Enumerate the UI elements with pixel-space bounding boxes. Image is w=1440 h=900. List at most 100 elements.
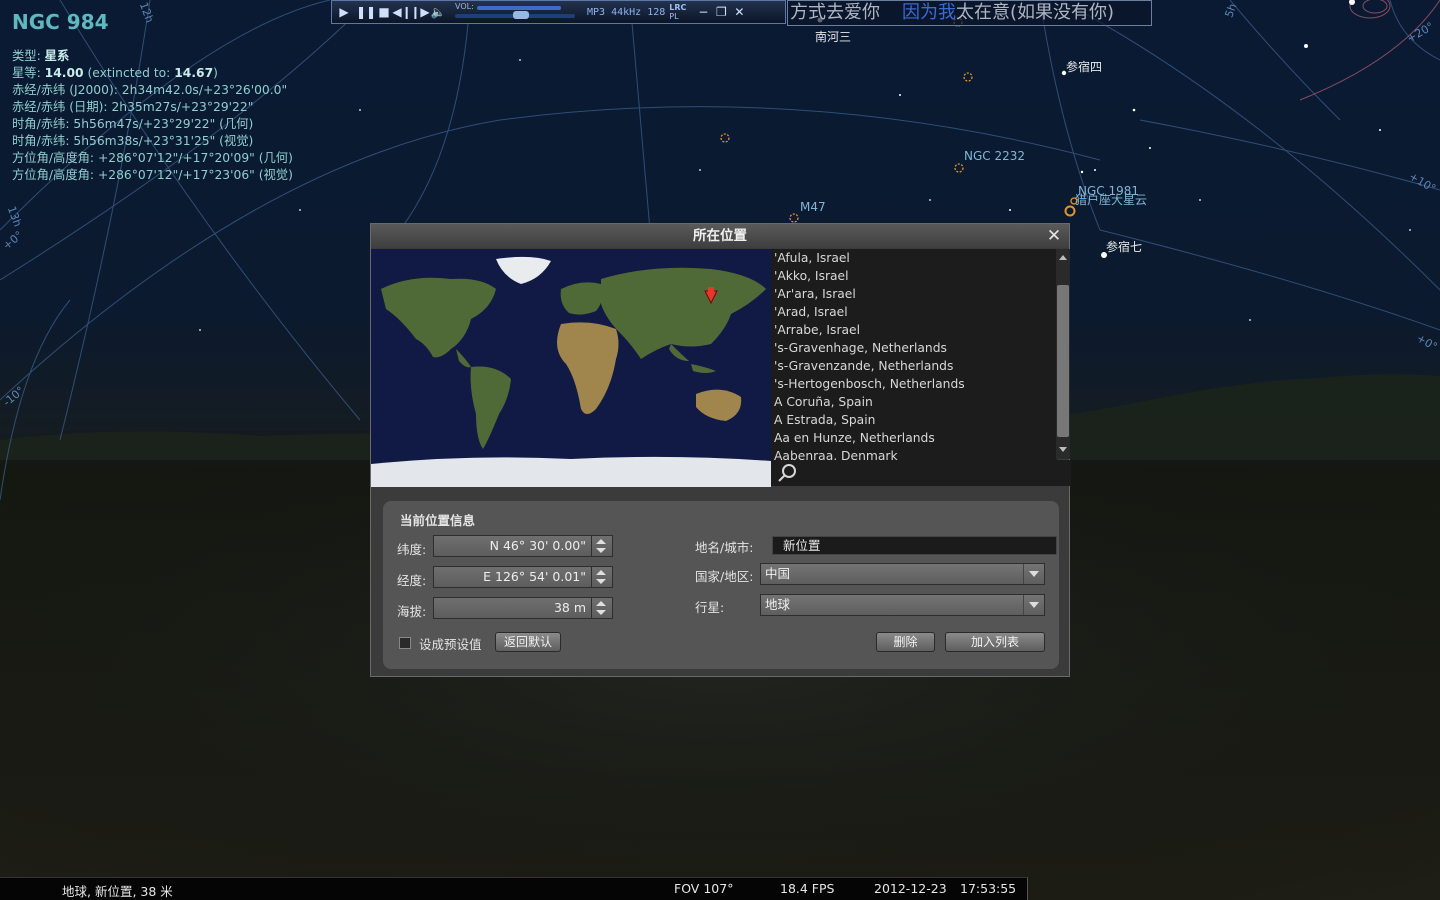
default-checkbox[interactable] bbox=[399, 637, 411, 649]
extinct-value: 14.67 bbox=[174, 66, 214, 80]
delete-button[interactable]: 删除 bbox=[876, 632, 935, 652]
stepper-up-icon[interactable] bbox=[596, 601, 606, 606]
list-item[interactable]: 'Akko, Israel bbox=[771, 267, 1057, 285]
altitude-stepper[interactable] bbox=[591, 598, 612, 618]
scroll-down-icon[interactable] bbox=[1059, 447, 1067, 452]
status-time: 17:53:55 bbox=[960, 881, 1017, 896]
planet-label: 行星: bbox=[695, 600, 725, 615]
default-checkbox-label: 设成预设值 bbox=[419, 637, 482, 652]
prev-icon[interactable]: ◀❙ bbox=[392, 3, 411, 21]
object-magnitude-line: 星等: 14.00 (extincted to: 14.67) bbox=[12, 65, 293, 82]
location-list-scrollbar[interactable] bbox=[1056, 249, 1070, 459]
longitude-stepper[interactable] bbox=[591, 567, 612, 587]
list-item[interactable]: 'Arad, Israel bbox=[771, 303, 1057, 321]
dso-label-m47[interactable]: M47 bbox=[800, 200, 826, 214]
stop-icon[interactable]: ■ bbox=[375, 3, 393, 21]
play-icon[interactable]: ▶ bbox=[335, 3, 353, 21]
reset-default-button[interactable]: 返回默认 bbox=[495, 632, 561, 652]
dso-label-ngc2232[interactable]: NGC 2232 bbox=[964, 149, 1025, 163]
city-label: 地名/城市: bbox=[695, 540, 754, 555]
star-label-shensu4[interactable]: 参宿四 bbox=[1066, 58, 1102, 75]
stepper-down-icon[interactable] bbox=[596, 610, 606, 615]
latitude-stepper[interactable] bbox=[591, 536, 612, 556]
current-location-panel: 当前位置信息 纬度: N 46° 30' 0.00" 经度: E 126° 54… bbox=[383, 501, 1059, 669]
coord-line: 方位角/高度角: +286°07'12"/+17°20'09" (几何) bbox=[12, 151, 293, 165]
stepper-down-icon[interactable] bbox=[596, 579, 606, 584]
next-icon[interactable]: ❙▶ bbox=[410, 3, 429, 21]
audio-format: MP3 44kHz 128 bbox=[587, 6, 666, 18]
scroll-thumb[interactable] bbox=[1057, 285, 1069, 437]
country-select[interactable]: 中国 bbox=[760, 563, 1045, 585]
planet-select[interactable]: 地球 bbox=[760, 594, 1045, 616]
status-bar: 地球, 新位置, 38 米 FOV 107° 18.4 FPS 2012-12-… bbox=[0, 877, 1028, 900]
stepper-up-icon[interactable] bbox=[596, 539, 606, 544]
city-field[interactable]: 新位置 bbox=[772, 536, 1057, 555]
star-label-nanhe3[interactable]: 南河三 bbox=[815, 28, 851, 45]
lyrics-display: 方式去爱你 因为我太在意(如果没有你) bbox=[787, 0, 1152, 26]
stepper-up-icon[interactable] bbox=[596, 570, 606, 575]
dso-label-orion-nebula[interactable]: 猎户座大星云 bbox=[1075, 191, 1147, 208]
chevron-down-icon[interactable] bbox=[1023, 564, 1044, 584]
coord-line: 赤经/赤纬 (日期): 2h35m27s/+23°29'22" bbox=[12, 100, 254, 114]
coord-line: 时角/赤纬: 5h56m47s/+23°29'22" (几何) bbox=[12, 117, 254, 131]
country-label: 国家/地区: bbox=[695, 569, 754, 584]
volume-area: VOL: bbox=[453, 2, 581, 22]
longitude-field[interactable]: E 126° 54' 0.01" bbox=[433, 566, 613, 588]
longitude-value: E 126° 54' 0.01" bbox=[483, 569, 586, 584]
altitude-label: 海拔: bbox=[397, 604, 427, 619]
extinct-suffix: ) bbox=[213, 66, 218, 80]
chevron-down-icon[interactable] bbox=[1023, 595, 1044, 615]
type-label: 类型: bbox=[12, 49, 41, 63]
list-item[interactable]: 's-Hertogenbosch, Netherlands bbox=[771, 375, 1057, 393]
altitude-field[interactable]: 38 m bbox=[433, 597, 613, 619]
planet-value: 地球 bbox=[765, 597, 791, 612]
stepper-down-icon[interactable] bbox=[596, 548, 606, 553]
list-item[interactable]: 'Afula, Israel bbox=[771, 249, 1057, 267]
latitude-field[interactable]: N 46° 30' 0.00" bbox=[433, 535, 613, 557]
coord-line: 赤经/赤纬 (J2000): 2h34m42.0s/+23°26'00.0" bbox=[12, 83, 288, 97]
media-player: ▶ ❚❚ ■ ◀❙ ❙▶ 🔈 VOL: MP3 44kHz 128 LRC PL… bbox=[331, 0, 786, 24]
lrc-pl-buttons: LRC PL bbox=[669, 3, 686, 21]
location-search-field[interactable] bbox=[771, 460, 1071, 486]
location-dialog: 所在位置 ✕ 'Afula, Israel 'Akko, Israel 'Ar'… bbox=[370, 223, 1071, 677]
volume-slider[interactable] bbox=[477, 6, 561, 10]
latitude-label: 纬度: bbox=[397, 542, 427, 557]
extinct-prefix: (extincted to: bbox=[87, 66, 171, 80]
object-info-panel: 类型: 星系 星等: 14.00 (extincted to: 14.67) 赤… bbox=[12, 48, 293, 184]
add-to-list-button[interactable]: 加入列表 bbox=[945, 632, 1045, 652]
restore-icon[interactable]: ❐ bbox=[712, 3, 730, 21]
list-item[interactable]: 's-Gravenhage, Netherlands bbox=[771, 339, 1057, 357]
altitude-value: 38 m bbox=[553, 600, 586, 615]
location-list[interactable]: 'Afula, Israel 'Akko, Israel 'Ar'ara, Is… bbox=[771, 249, 1057, 485]
scroll-up-icon[interactable] bbox=[1059, 255, 1067, 260]
status-fps: 18.4 FPS bbox=[780, 881, 835, 896]
close-icon[interactable]: ✕ bbox=[1044, 226, 1064, 246]
status-date: 2012-12-23 bbox=[874, 881, 947, 896]
world-map[interactable] bbox=[371, 249, 771, 487]
list-item[interactable]: 's-Gravenzande, Netherlands bbox=[771, 357, 1057, 375]
list-item[interactable]: 'Ar'ara, Israel bbox=[771, 285, 1057, 303]
search-icon[interactable] bbox=[776, 462, 798, 484]
lrc-button[interactable]: LRC bbox=[669, 3, 686, 12]
lyrics-after: 太在意(如果没有你) bbox=[956, 2, 1115, 23]
coord-line: 时角/赤纬: 5h56m38s/+23°31'25" (视觉) bbox=[12, 134, 254, 148]
minimize-icon[interactable]: − bbox=[694, 3, 712, 21]
longitude-label: 经度: bbox=[397, 573, 427, 588]
list-item[interactable]: A Coruña, Spain bbox=[771, 393, 1057, 411]
country-value: 中国 bbox=[765, 566, 791, 581]
list-item[interactable]: A Estrada, Spain bbox=[771, 411, 1057, 429]
mute-icon[interactable]: 🔈 bbox=[429, 3, 447, 21]
seek-handle[interactable] bbox=[513, 11, 529, 19]
lyrics-before: 方式去爱你 bbox=[790, 2, 880, 23]
close-icon[interactable]: ✕ bbox=[730, 3, 748, 21]
magnitude-value: 14.00 bbox=[44, 66, 84, 80]
type-value: 星系 bbox=[44, 49, 70, 63]
star-label-shensu7[interactable]: 参宿七 bbox=[1106, 238, 1142, 255]
status-location: 地球, 新位置, 38 米 bbox=[62, 884, 173, 899]
list-item[interactable]: Aa en Hunze, Netherlands bbox=[771, 429, 1057, 447]
list-item[interactable]: 'Arrabe, Israel bbox=[771, 321, 1057, 339]
dialog-title: 所在位置 bbox=[371, 224, 1069, 248]
section-title: 当前位置信息 bbox=[400, 513, 476, 528]
pause-icon[interactable]: ❚❚ bbox=[356, 3, 376, 21]
playlist-button[interactable]: PL bbox=[669, 12, 686, 21]
